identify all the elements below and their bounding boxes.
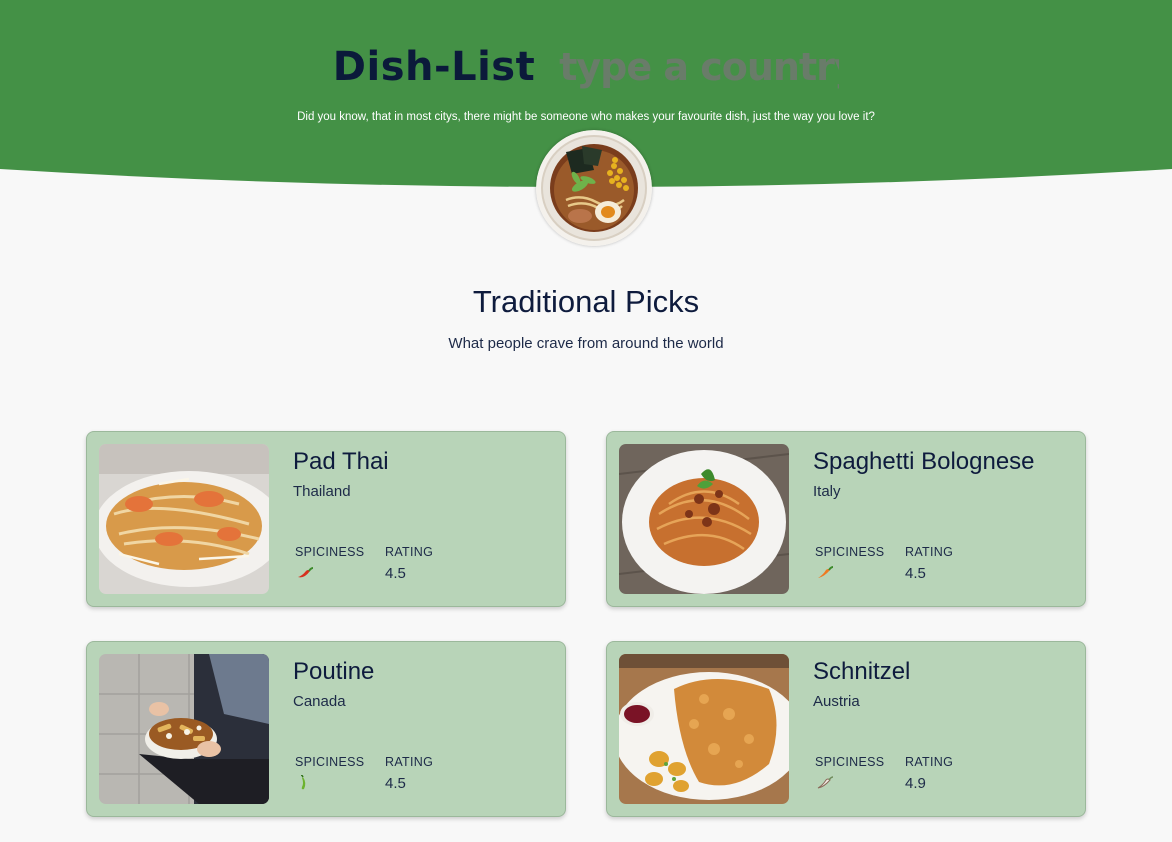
dish-country: Canada bbox=[293, 693, 346, 710]
spiciness-label: SPICINESS bbox=[815, 545, 885, 559]
rating-label: RATING bbox=[385, 755, 434, 769]
spiciness-label: SPICINESS bbox=[815, 755, 885, 769]
dish-name: Poutine bbox=[293, 658, 375, 685]
hero-header: Dish-List Did you know, that in most cit… bbox=[0, 0, 1172, 260]
pad-thai-photo bbox=[99, 444, 269, 594]
dish-country: Italy bbox=[813, 483, 841, 500]
rating-label: RATING bbox=[385, 545, 434, 559]
dish-name: Spaghetti Bolognese bbox=[813, 448, 1035, 475]
dish-country: Austria bbox=[813, 693, 860, 710]
dish-name: Schnitzel bbox=[813, 658, 911, 685]
orange-chili-icon bbox=[818, 566, 834, 578]
rating-value: 4.5 bbox=[385, 775, 406, 792]
dish-card-poutine[interactable]: Poutine Canada SPICINESS RATING 4.5 bbox=[86, 641, 566, 817]
green-chili-icon bbox=[300, 775, 306, 790]
outline-chili-icon bbox=[817, 776, 834, 789]
red-chili-icon bbox=[298, 567, 314, 578]
dish-name: Pad Thai bbox=[293, 448, 389, 475]
rating-value: 4.5 bbox=[905, 565, 926, 582]
rating-label: RATING bbox=[905, 545, 954, 559]
poutine-photo bbox=[99, 654, 269, 804]
spiciness-label: SPICINESS bbox=[295, 545, 365, 559]
dish-card-pad-thai[interactable]: Pad Thai Thailand SPICINESS RATING 4.5 bbox=[86, 431, 566, 607]
dish-country: Thailand bbox=[293, 483, 351, 500]
rating-value: 4.5 bbox=[385, 565, 406, 582]
schnitzel-photo bbox=[619, 654, 789, 804]
section-title: Traditional Picks bbox=[472, 284, 700, 319]
ramen-bowl-image bbox=[536, 130, 652, 246]
section-subtitle: What people crave from around the world bbox=[448, 335, 724, 352]
tagline: Did you know, that in most citys, there … bbox=[297, 111, 875, 123]
spaghetti-bolognese-photo bbox=[619, 444, 789, 594]
brand-title: Dish-List bbox=[332, 44, 536, 90]
spiciness-label: SPICINESS bbox=[295, 755, 365, 769]
dish-card-spaghetti-bolognese[interactable]: Spaghetti Bolognese Italy SPICINESS RATI… bbox=[606, 431, 1086, 607]
rating-value: 4.9 bbox=[905, 775, 926, 792]
brand-row: Dish-List bbox=[0, 44, 1172, 90]
country-search-input[interactable] bbox=[559, 45, 840, 89]
dish-card-schnitzel[interactable]: Schnitzel Austria SPICINESS RATING 4.9 bbox=[606, 641, 1086, 817]
rating-label: RATING bbox=[905, 755, 954, 769]
